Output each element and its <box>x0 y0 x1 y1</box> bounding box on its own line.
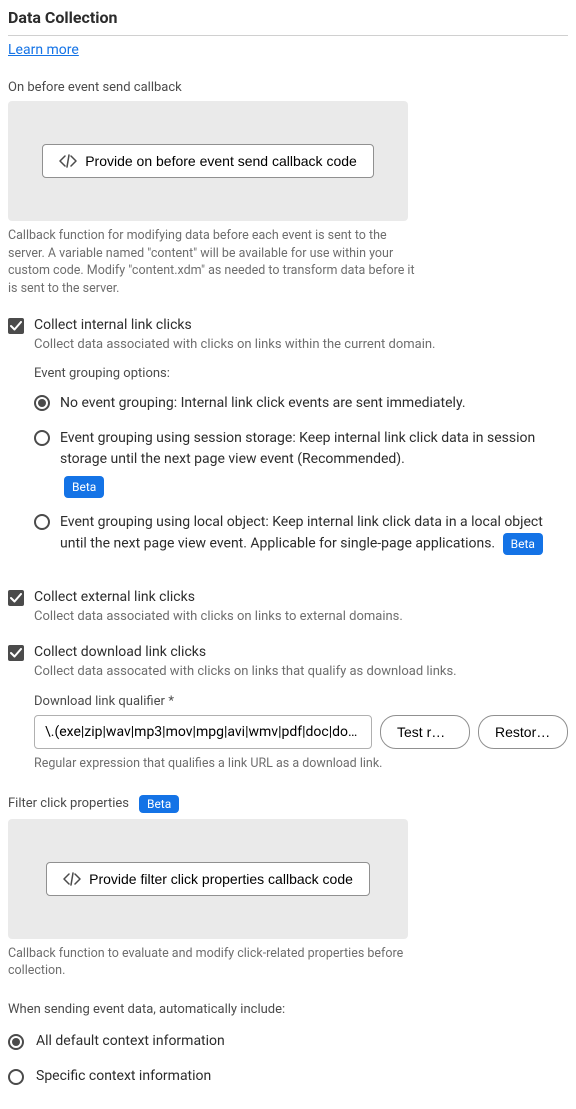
context-radio-specific-label: Specific context information <box>36 1066 568 1087</box>
on-before-send-button-label: Provide on before event send callback co… <box>85 153 357 169</box>
restore-default-button[interactable]: Restore default <box>478 715 568 749</box>
grouping-radio-local[interactable] <box>34 514 50 530</box>
filter-click-button-label: Provide filter click properties callback… <box>89 871 353 887</box>
filter-click-box: Provide filter click properties callback… <box>8 819 408 939</box>
section-title: Data Collection <box>8 8 568 36</box>
on-before-send-label: On before event send callback <box>8 80 568 95</box>
external-clicks-desc: Collect data associated with clicks on l… <box>34 609 568 624</box>
qualifier-help: Regular expression that qualifies a link… <box>34 755 444 773</box>
on-before-send-help: Callback function for modifying data bef… <box>8 227 418 297</box>
grouping-radio-none-label: No event grouping: Internal link click e… <box>60 393 568 414</box>
beta-badge: Beta <box>139 795 179 813</box>
required-asterisk: * <box>168 694 174 709</box>
grouping-radio-session[interactable] <box>34 430 50 446</box>
external-clicks-label: Collect external link clicks <box>34 589 568 605</box>
grouping-radio-none[interactable] <box>34 395 50 411</box>
code-icon <box>63 872 81 886</box>
context-radio-all[interactable] <box>8 1034 24 1050</box>
beta-badge: Beta <box>64 476 104 498</box>
download-clicks-checkbox[interactable] <box>8 645 24 661</box>
context-radio-all-label: All default context information <box>36 1031 568 1052</box>
internal-clicks-label: Collect internal link clicks <box>34 317 568 333</box>
filter-click-label: Filter click properties <box>8 796 129 811</box>
on-before-send-box: Provide on before event send callback co… <box>8 101 408 221</box>
context-radio-specific[interactable] <box>8 1069 24 1085</box>
download-clicks-desc: Collect data assocated with clicks on li… <box>34 664 568 679</box>
qualifier-input[interactable] <box>34 715 372 749</box>
qualifier-label: Download link qualifier <box>34 694 165 709</box>
internal-clicks-checkbox[interactable] <box>8 318 24 334</box>
on-before-send-button[interactable]: Provide on before event send callback co… <box>42 144 374 178</box>
internal-clicks-desc: Collect data associated with clicks on l… <box>34 337 568 352</box>
filter-click-button[interactable]: Provide filter click properties callback… <box>46 862 370 896</box>
external-clicks-checkbox[interactable] <box>8 590 24 606</box>
code-icon <box>59 154 77 168</box>
context-label: When sending event data, automatically i… <box>8 1002 568 1017</box>
learn-more-link[interactable]: Learn more <box>8 42 79 58</box>
grouping-radio-session-label: Event grouping using session storage: Ke… <box>60 430 535 467</box>
event-grouping-label: Event grouping options: <box>34 366 568 381</box>
test-regex-button[interactable]: Test regex <box>380 715 470 749</box>
beta-badge: Beta <box>503 533 543 555</box>
filter-click-help: Callback function to evaluate and modify… <box>8 945 418 980</box>
download-clicks-label: Collect download link clicks <box>34 644 568 660</box>
grouping-radio-local-label: Event grouping using local object: Keep … <box>60 514 543 552</box>
